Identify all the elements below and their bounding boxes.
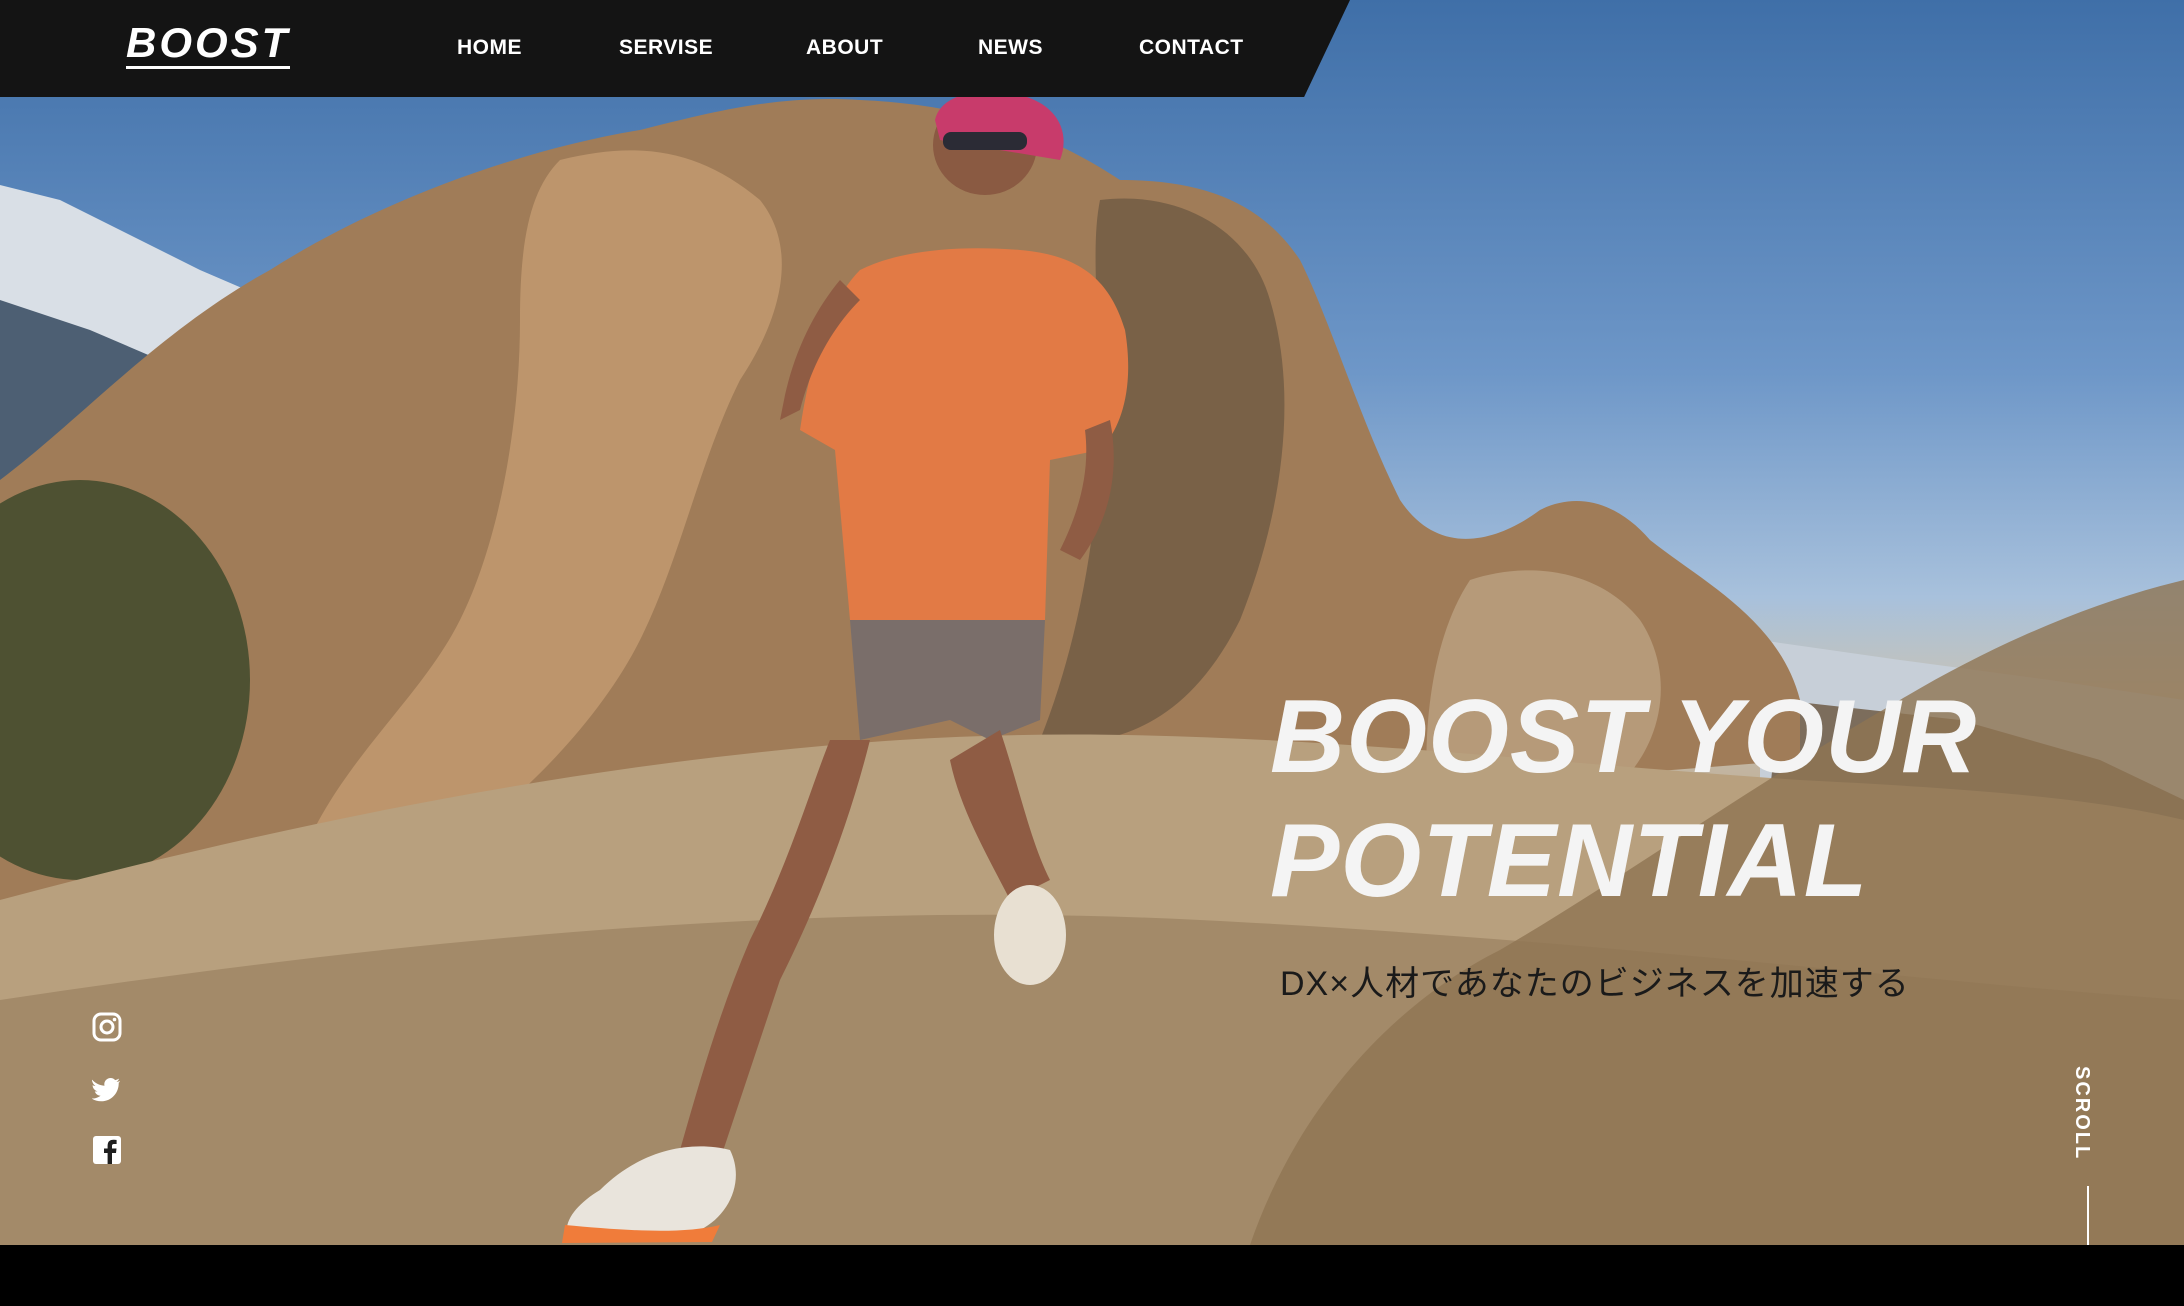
nav-news[interactable]: NEWS bbox=[978, 36, 1043, 60]
nav-about[interactable]: ABOUT bbox=[806, 36, 883, 60]
trail-runner-photo bbox=[0, 91, 2184, 1245]
nav-service[interactable]: SERVISE bbox=[619, 36, 713, 60]
bottom-bar bbox=[0, 1245, 2184, 1306]
instagram-icon[interactable] bbox=[92, 1012, 122, 1042]
scroll-label[interactable]: SCROLL bbox=[2070, 1066, 2093, 1160]
hero-headline-line2: POTENTIAL bbox=[1270, 803, 1869, 919]
hero-headline-line1: BOOST YOUR bbox=[1270, 679, 1978, 795]
hero-image bbox=[0, 0, 2184, 1245]
twitter-icon[interactable] bbox=[91, 1075, 122, 1105]
logo[interactable]: BOOST bbox=[126, 22, 291, 69]
facebook-icon[interactable] bbox=[92, 1135, 122, 1165]
hero-headline: BOOST YOUR POTENTIAL bbox=[1270, 675, 1977, 923]
hero-subline: DX×人材であなたのビジネスを加速する bbox=[1280, 965, 1910, 1003]
nav-home[interactable]: HOME bbox=[457, 36, 522, 60]
nav-contact[interactable]: CONTACT bbox=[1139, 36, 1244, 60]
